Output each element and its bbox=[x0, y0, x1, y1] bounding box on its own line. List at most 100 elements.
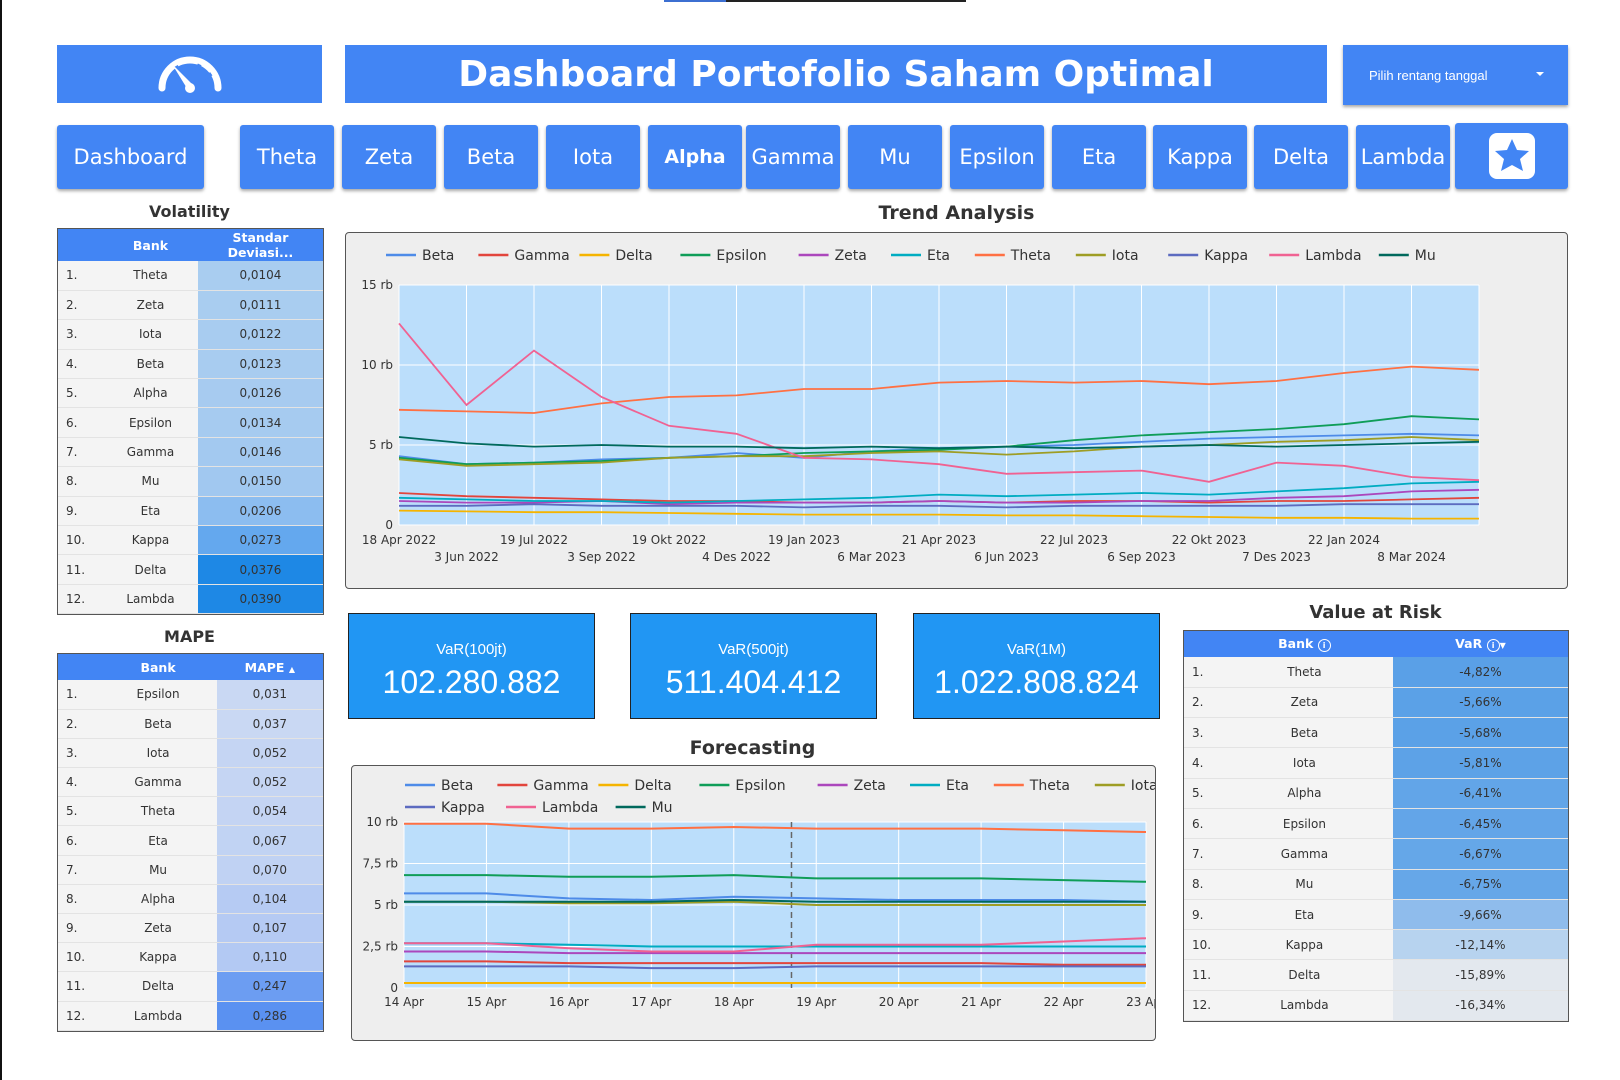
row-index: 1. bbox=[58, 680, 100, 710]
table-row[interactable]: 8. Mu 0,0150 bbox=[58, 466, 323, 497]
col-var-header[interactable]: VaR i ▼ bbox=[1392, 631, 1568, 657]
bank-name: Epsilon bbox=[103, 407, 198, 438]
table-row[interactable]: 12. Lambda 0,0390 bbox=[58, 584, 323, 615]
row-index: 3. bbox=[58, 738, 100, 769]
bank-name: Eta bbox=[1215, 899, 1393, 931]
x-tick-label: 7 Des 2023 bbox=[1242, 550, 1311, 564]
table-row[interactable]: 1. Theta -4,82% bbox=[1184, 657, 1568, 688]
legend-label: Eta bbox=[927, 248, 950, 264]
table-row[interactable]: 11. Delta -15,89% bbox=[1184, 959, 1568, 991]
table-row[interactable]: 2. Zeta 0,0111 bbox=[58, 290, 323, 321]
nav-button-iota[interactable]: Iota bbox=[546, 125, 640, 189]
bank-name: Gamma bbox=[1215, 838, 1393, 870]
table-row[interactable]: 5. Alpha -6,41% bbox=[1184, 778, 1568, 809]
table-row[interactable]: 3. Iota 0,052 bbox=[58, 738, 323, 769]
table-row[interactable]: 6. Eta 0,067 bbox=[58, 825, 323, 856]
favorite-button[interactable] bbox=[1455, 123, 1568, 189]
nav-button-label: Kappa bbox=[1167, 145, 1233, 169]
forecasting-chart[interactable]: Beta Gamma Delta Epsilon Zeta Eta Theta Iota Kap… bbox=[352, 766, 1166, 1040]
trend-analysis-title: Trend Analysis bbox=[878, 202, 1035, 224]
bank-name: Zeta bbox=[1215, 687, 1393, 719]
row-index: 5. bbox=[1184, 778, 1216, 809]
table-row[interactable]: 3. Beta -5,68% bbox=[1184, 717, 1568, 749]
row-index: 2. bbox=[58, 709, 100, 739]
bank-name: Delta bbox=[1215, 959, 1393, 991]
nav-button-alpha[interactable]: Alpha bbox=[648, 125, 742, 189]
table-row[interactable]: 4. Iota -5,81% bbox=[1184, 747, 1568, 779]
nav-button-beta[interactable]: Beta bbox=[444, 125, 538, 189]
info-icon[interactable]: i bbox=[1317, 639, 1331, 652]
nav-button-lambda[interactable]: Lambda bbox=[1356, 125, 1450, 189]
legend-label: Zeta bbox=[835, 248, 867, 264]
col-index bbox=[58, 654, 100, 680]
table-row[interactable]: 1. Epsilon 0,031 bbox=[58, 680, 323, 710]
x-tick-label: 3 Sep 2022 bbox=[567, 550, 635, 564]
trend-analysis-chart[interactable]: Beta Gamma Delta Epsilon Zeta Eta Theta Iota Kap… bbox=[346, 233, 1567, 588]
nav-button-epsilon[interactable]: Epsilon bbox=[950, 125, 1044, 189]
kpi-label: VaR(100jt) bbox=[436, 641, 507, 658]
table-row[interactable]: 11. Delta 0,247 bbox=[58, 971, 323, 1002]
nav-button-kappa[interactable]: Kappa bbox=[1153, 125, 1247, 189]
table-row[interactable]: 8. Alpha 0,104 bbox=[58, 884, 323, 915]
x-tick-label: 6 Mar 2023 bbox=[837, 550, 905, 564]
table-row[interactable]: 9. Eta 0,0206 bbox=[58, 496, 323, 527]
col-mape-header[interactable]: MAPE ▲ bbox=[216, 654, 323, 680]
col-mape-label: MAPE bbox=[244, 659, 285, 675]
legend-label: Epsilon bbox=[716, 248, 766, 264]
sort-up-icon: ▲ bbox=[288, 664, 295, 674]
nav-button-mu[interactable]: Mu bbox=[848, 125, 942, 189]
table-row[interactable]: 10. Kappa 0,0273 bbox=[58, 525, 323, 556]
table-row[interactable]: 12. Lambda -16,34% bbox=[1184, 990, 1568, 1022]
table-row[interactable]: 9. Zeta 0,107 bbox=[58, 913, 323, 944]
table-row[interactable]: 3. Iota 0,0122 bbox=[58, 319, 323, 350]
table-row[interactable]: 4. Beta 0,0123 bbox=[58, 349, 323, 380]
nav-button-delta[interactable]: Delta bbox=[1254, 125, 1348, 189]
table-row[interactable]: 2. Beta 0,037 bbox=[58, 709, 323, 739]
metric-value: 0,0111 bbox=[197, 290, 323, 321]
metric-value: -6,45% bbox=[1392, 808, 1568, 840]
metric-value: -16,34% bbox=[1392, 990, 1568, 1022]
table-row[interactable]: 7. Gamma 0,0146 bbox=[58, 437, 323, 468]
col-bank-header[interactable]: Bank bbox=[103, 229, 198, 261]
table-row[interactable]: 8. Mu -6,75% bbox=[1184, 869, 1568, 900]
nav-button-label: Eta bbox=[1081, 145, 1117, 169]
col-bank-header[interactable]: Bank bbox=[99, 654, 217, 680]
table-row[interactable]: 12. Lambda 0,286 bbox=[58, 1001, 323, 1031]
info-icon[interactable]: i bbox=[1486, 639, 1500, 652]
metric-value: 0,0122 bbox=[197, 319, 323, 350]
nav-button-gamma[interactable]: Gamma bbox=[746, 125, 840, 189]
x-tick-label: 20 Apr bbox=[879, 995, 919, 1009]
x-tick-label: 15 Apr bbox=[467, 995, 507, 1009]
table-row[interactable]: 10. Kappa 0,110 bbox=[58, 942, 323, 973]
x-tick-label: 3 Jun 2022 bbox=[434, 550, 499, 564]
table-row[interactable]: 1. Theta 0,0104 bbox=[58, 261, 323, 291]
table-row[interactable]: 2. Zeta -5,66% bbox=[1184, 687, 1568, 719]
trend-analysis-panel: Beta Gamma Delta Epsilon Zeta Eta Theta Iota Kap… bbox=[345, 232, 1568, 589]
table-row[interactable]: 6. Epsilon 0,0134 bbox=[58, 407, 323, 438]
bank-name: Lambda bbox=[1215, 990, 1393, 1022]
chevron-down-icon bbox=[1536, 72, 1544, 76]
row-index: 11. bbox=[1184, 959, 1216, 991]
table-row[interactable]: 7. Gamma -6,67% bbox=[1184, 838, 1568, 870]
table-row[interactable]: 6. Epsilon -6,45% bbox=[1184, 808, 1568, 840]
bank-name: Mu bbox=[99, 855, 217, 885]
metric-value: 0,0390 bbox=[197, 584, 323, 615]
table-row[interactable]: 10. Kappa -12,14% bbox=[1184, 929, 1568, 961]
table-row[interactable]: 7. Mu 0,070 bbox=[58, 855, 323, 885]
nav-button-dashboard[interactable]: Dashboard bbox=[57, 125, 204, 189]
kpi-var-1m: VaR(1M) 1.022.808.824 bbox=[913, 613, 1160, 719]
col-bank-header[interactable]: Bank i bbox=[1215, 631, 1393, 657]
table-row[interactable]: 9. Eta -9,66% bbox=[1184, 899, 1568, 931]
table-row[interactable]: 5. Alpha 0,0126 bbox=[58, 378, 323, 409]
col-stddev-header[interactable]: Standar Deviasi... bbox=[197, 229, 323, 261]
nav-button-theta[interactable]: Theta bbox=[240, 125, 334, 189]
table-row[interactable]: 11. Delta 0,0376 bbox=[58, 554, 323, 585]
date-range-picker[interactable]: Pilih rentang tanggal bbox=[1343, 45, 1568, 105]
y-tick-label: 10 rb bbox=[361, 358, 393, 372]
metric-value: 0,107 bbox=[216, 913, 323, 944]
nav-button-label: Delta bbox=[1272, 145, 1330, 169]
table-row[interactable]: 5. Theta 0,054 bbox=[58, 796, 323, 827]
table-row[interactable]: 4. Gamma 0,052 bbox=[58, 767, 323, 798]
nav-button-eta[interactable]: Eta bbox=[1052, 125, 1146, 189]
nav-button-zeta[interactable]: Zeta bbox=[342, 125, 436, 189]
